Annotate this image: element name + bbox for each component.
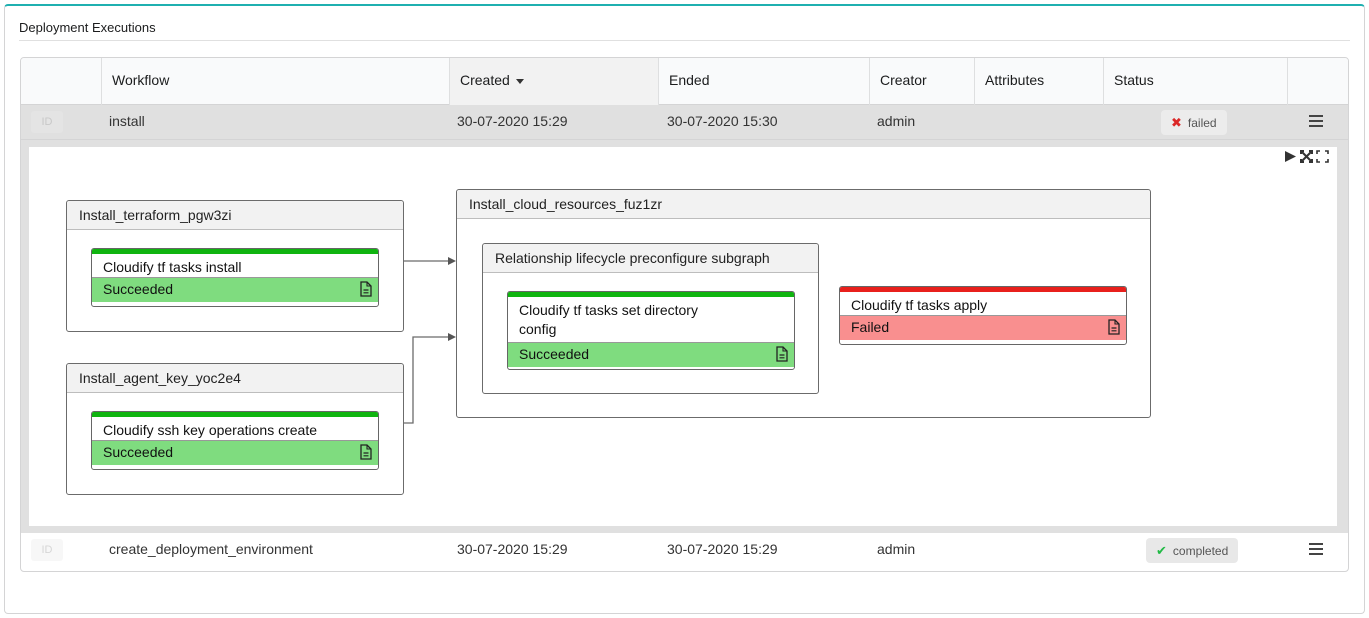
execution-graph-panel: Install_terraform_pgw3zi Cloudify tf tas… xyxy=(21,140,1348,533)
graph-toolbar xyxy=(1284,150,1329,163)
check-icon: ✔ xyxy=(1156,543,1167,558)
task-state: Failed xyxy=(840,316,1126,340)
execution-id-chip[interactable]: ID xyxy=(31,111,63,133)
graph-task-node[interactable]: Cloudify tf tasks install Succeeded xyxy=(91,248,379,307)
x-icon: ✖ xyxy=(1171,115,1182,130)
column-header-attributes[interactable]: Attributes xyxy=(974,58,1103,105)
group-title: Install_terraform_pgw3zi xyxy=(67,201,403,230)
task-name: Cloudify ssh key operations create xyxy=(92,417,378,441)
table-header: Workflow Created Ended Creator Attribute… xyxy=(21,58,1348,105)
status-badge: ✖ failed xyxy=(1161,110,1227,135)
widget-title: Deployment Executions xyxy=(19,20,1350,41)
workflow-cell: create_deployment_environment xyxy=(109,541,313,557)
status-label: completed xyxy=(1172,544,1229,558)
column-header-status[interactable]: Status xyxy=(1103,58,1287,105)
graph-task-node[interactable]: Cloudify tf tasks apply Failed xyxy=(839,286,1127,345)
play-icon[interactable] xyxy=(1284,150,1297,163)
document-icon[interactable] xyxy=(360,281,372,297)
task-state-label: Succeeded xyxy=(103,444,174,460)
ended-cell: 30-07-2020 15:30 xyxy=(667,113,778,129)
creator-cell: admin xyxy=(877,541,916,557)
graph-group-install-cloud-resources[interactable]: Install_cloud_resources_fuz1zr Relations… xyxy=(456,189,1151,418)
graph-group-relationship-preconfigure[interactable]: Relationship lifecycle preconfigure subg… xyxy=(482,243,819,394)
task-state: Succeeded xyxy=(92,278,378,302)
task-state: Succeeded xyxy=(508,343,794,367)
column-header-workflow[interactable]: Workflow xyxy=(101,58,449,105)
group-title: Relationship lifecycle preconfigure subg… xyxy=(483,244,818,273)
actions-menu-icon[interactable] xyxy=(1309,115,1323,127)
column-header-ended[interactable]: Ended xyxy=(658,58,869,105)
document-icon[interactable] xyxy=(776,346,788,362)
table-row[interactable]: ID create_deployment_environment 30-07-2… xyxy=(21,533,1348,568)
task-state-label: Failed xyxy=(851,319,890,335)
task-name: Cloudify tf tasks set directory config xyxy=(508,297,794,343)
ended-cell: 30-07-2020 15:29 xyxy=(667,541,778,557)
document-icon[interactable] xyxy=(1108,319,1120,335)
executions-table: Workflow Created Ended Creator Attribute… xyxy=(20,57,1349,572)
created-cell: 30-07-2020 15:29 xyxy=(457,541,568,557)
column-header-created-label: Created xyxy=(460,72,510,88)
creator-cell: admin xyxy=(877,113,916,129)
workflow-cell: install xyxy=(109,113,145,129)
task-name: Cloudify tf tasks apply xyxy=(840,292,1126,316)
created-cell: 30-07-2020 15:29 xyxy=(457,113,568,129)
document-icon[interactable] xyxy=(360,444,372,460)
group-title: Install_agent_key_yoc2e4 xyxy=(67,364,403,393)
status-badge: ✔ completed xyxy=(1146,538,1239,563)
graph-group-install-agent-key[interactable]: Install_agent_key_yoc2e4 Cloudify ssh ke… xyxy=(66,363,404,495)
task-state: Succeeded xyxy=(92,441,378,465)
fullscreen-icon[interactable] xyxy=(1316,150,1329,163)
actions-menu-icon[interactable] xyxy=(1309,543,1323,555)
graph-task-node[interactable]: Cloudify ssh key operations create Succe… xyxy=(91,411,379,470)
column-header-created[interactable]: Created xyxy=(449,58,658,105)
deployment-executions-widget: Deployment Executions Workflow Created E… xyxy=(4,4,1365,614)
task-name: Cloudify tf tasks install xyxy=(92,254,378,278)
graph-group-install-terraform[interactable]: Install_terraform_pgw3zi Cloudify tf tas… xyxy=(66,200,404,332)
task-state-label: Succeeded xyxy=(103,281,174,297)
column-header-actions xyxy=(1287,58,1348,105)
column-header-id[interactable] xyxy=(21,58,101,105)
fit-to-screen-icon[interactable] xyxy=(1300,150,1313,163)
group-title: Install_cloud_resources_fuz1zr xyxy=(457,190,1150,219)
task-state-label: Succeeded xyxy=(519,346,590,362)
execution-id-chip[interactable]: ID xyxy=(31,539,63,561)
sort-desc-icon xyxy=(515,78,524,84)
column-header-creator[interactable]: Creator xyxy=(869,58,974,105)
graph-task-node[interactable]: Cloudify tf tasks set directory config S… xyxy=(507,291,795,370)
table-row[interactable]: ID install 30-07-2020 15:29 30-07-2020 1… xyxy=(21,105,1348,140)
execution-graph[interactable]: Install_terraform_pgw3zi Cloudify tf tas… xyxy=(29,147,1337,526)
status-label: failed xyxy=(1187,116,1217,130)
